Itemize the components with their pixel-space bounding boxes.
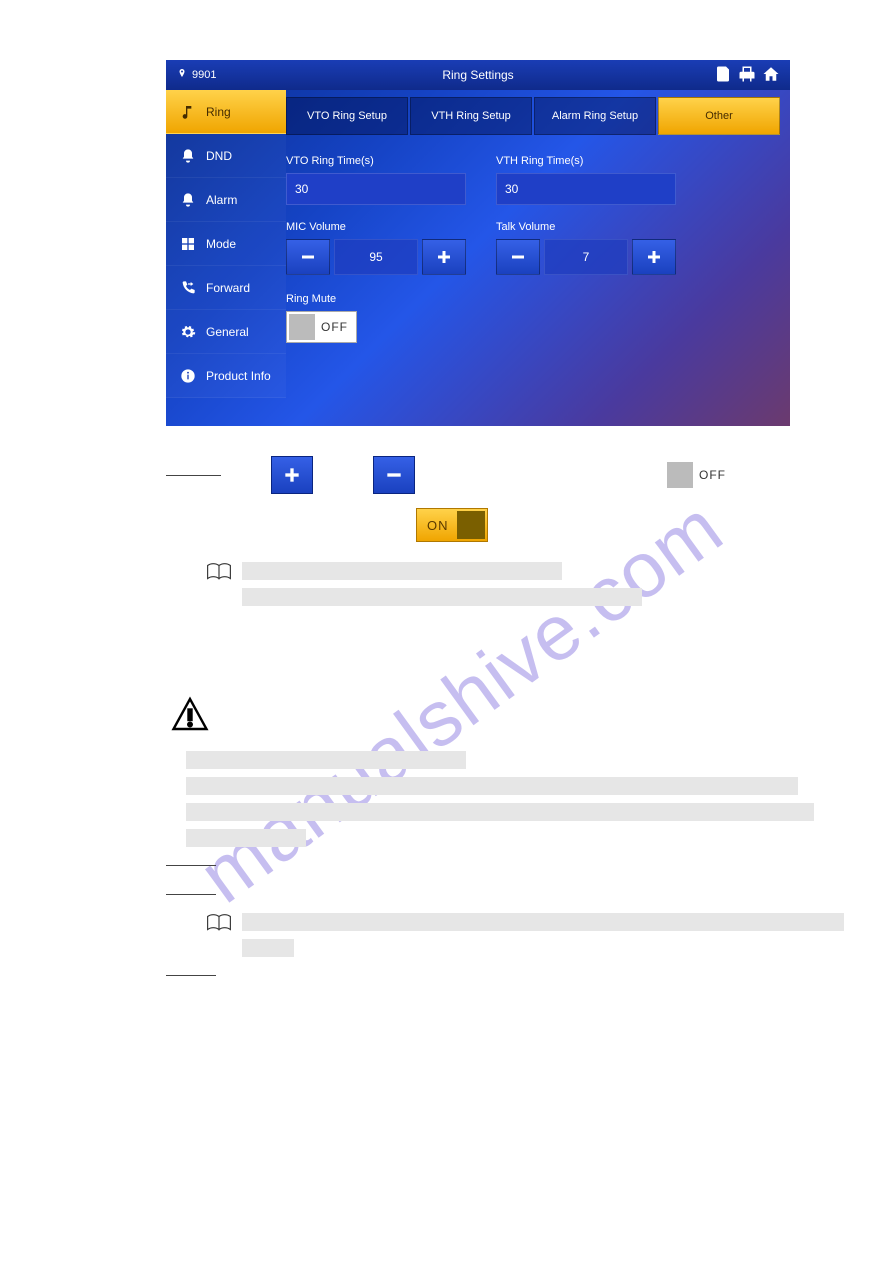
sidebar-item-alarm[interactable]: Alarm <box>166 178 286 222</box>
tab-alarm-ring-setup[interactable]: Alarm Ring Setup <box>534 97 656 135</box>
tab-other[interactable]: Other <box>658 97 780 135</box>
sdcard-icon[interactable] <box>714 65 732 86</box>
sidebar-item-forward[interactable]: Forward <box>166 266 286 310</box>
pin-icon <box>176 67 188 84</box>
talk-volume-stepper: 7 <box>496 239 676 275</box>
vth-ring-time-label: VTH Ring Time(s) <box>496 155 676 167</box>
ring-mute-toggle[interactable]: OFF <box>286 311 357 343</box>
vto-ring-time-input[interactable] <box>286 173 466 205</box>
vto-ring-time-label: VTO Ring Time(s) <box>286 155 466 167</box>
toggle-knob <box>289 314 315 340</box>
tabs: VTO Ring Setup VTH Ring Setup Alarm Ring… <box>286 97 780 135</box>
sidebar-item-mode[interactable]: Mode <box>166 222 286 266</box>
sidebar-item-label: Mode <box>206 237 236 251</box>
plus-button-figure <box>271 456 313 494</box>
talk-volume-increase[interactable] <box>632 239 676 275</box>
sidebar-item-label: Ring <box>206 105 231 119</box>
sidebar: Ring DND Alarm Mode Forward General <box>166 90 286 426</box>
step-marker <box>166 894 216 895</box>
sidebar-item-label: DND <box>206 149 232 163</box>
mic-volume-label: MIC Volume <box>286 221 466 233</box>
mic-volume-decrease[interactable] <box>286 239 330 275</box>
home-icon[interactable] <box>762 65 780 86</box>
talk-volume-value: 7 <box>544 239 628 275</box>
talk-volume-label: Talk Volume <box>496 221 676 233</box>
redacted-text <box>242 939 294 957</box>
note-icon <box>206 562 232 587</box>
redacted-text <box>186 751 466 769</box>
bell-ring-icon <box>180 192 196 208</box>
step-marker <box>166 975 216 976</box>
bell-icon <box>180 148 196 164</box>
on-toggle-figure: ON <box>416 508 488 542</box>
page-title: Ring Settings <box>442 68 513 82</box>
note-icon <box>180 104 196 120</box>
phone-forward-icon <box>180 280 196 296</box>
gear-icon <box>180 324 196 340</box>
grid-icon <box>180 236 196 252</box>
mic-volume-increase[interactable] <box>422 239 466 275</box>
redacted-text <box>186 803 814 821</box>
step-marker <box>166 865 216 866</box>
toggle-knob <box>667 462 693 488</box>
device-screen: 9901 Ring Settings Ring DND <box>166 60 790 426</box>
step-marker <box>166 475 221 476</box>
sidebar-item-ring[interactable]: Ring <box>166 90 286 134</box>
mic-volume-value: 95 <box>334 239 418 275</box>
sidebar-item-label: Forward <box>206 281 250 295</box>
toggle-knob <box>457 511 485 539</box>
toggle-state-label: OFF <box>317 320 356 334</box>
sidebar-item-label: General <box>206 325 249 339</box>
topbar-left: 9901 <box>176 67 216 84</box>
redacted-text <box>242 588 642 606</box>
sidebar-item-product-info[interactable]: Product Info <box>166 354 286 398</box>
tab-vto-ring-setup[interactable]: VTO Ring Setup <box>286 97 408 135</box>
redacted-text <box>186 777 798 795</box>
on-label: ON <box>417 518 455 533</box>
mic-volume-stepper: 95 <box>286 239 466 275</box>
minus-button-figure <box>373 456 415 494</box>
device-id: 9901 <box>192 69 216 81</box>
sidebar-item-dnd[interactable]: DND <box>166 134 286 178</box>
talk-volume-decrease[interactable] <box>496 239 540 275</box>
sidebar-item-general[interactable]: General <box>166 310 286 354</box>
off-label: OFF <box>695 468 734 482</box>
off-toggle-figure: OFF <box>665 459 734 491</box>
sidebar-item-label: Product Info <box>206 369 271 383</box>
warning-icon <box>171 719 209 736</box>
info-icon <box>180 368 196 384</box>
print-icon[interactable] <box>738 65 756 86</box>
topbar: 9901 Ring Settings <box>166 60 790 90</box>
redacted-text <box>242 913 844 931</box>
vth-ring-time-input[interactable] <box>496 173 676 205</box>
ring-mute-label: Ring Mute <box>286 293 780 305</box>
document-body: OFF ON <box>166 456 790 976</box>
note-icon <box>206 913 232 938</box>
redacted-text <box>242 562 562 580</box>
tab-vth-ring-setup[interactable]: VTH Ring Setup <box>410 97 532 135</box>
redacted-text <box>186 829 306 847</box>
content-panel: VTO Ring Setup VTH Ring Setup Alarm Ring… <box>286 90 790 426</box>
sidebar-item-label: Alarm <box>206 193 237 207</box>
